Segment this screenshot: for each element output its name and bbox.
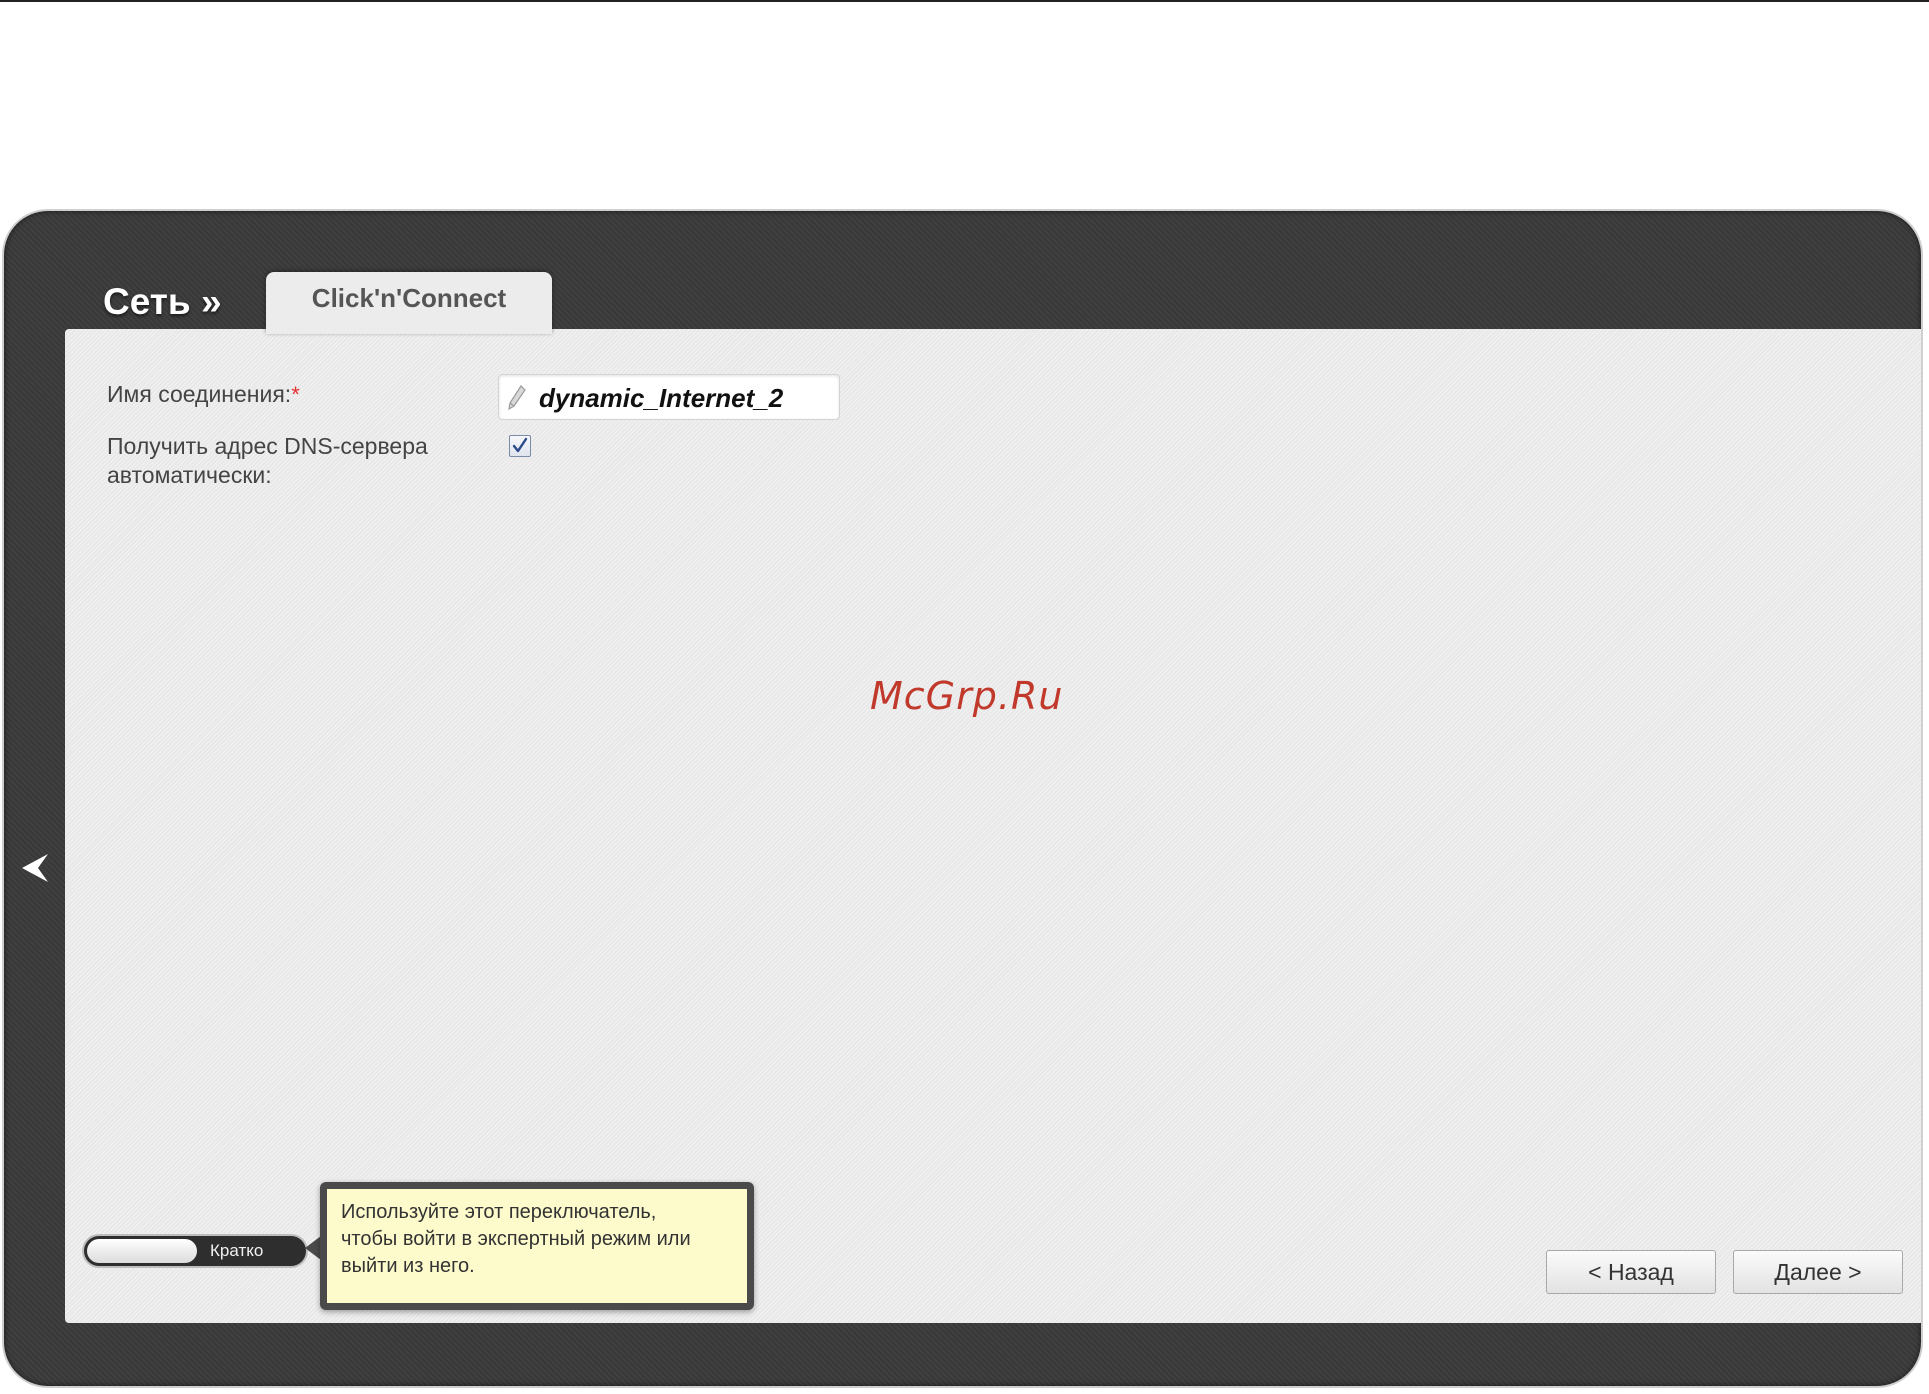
mode-tooltip: Используйте этот переключатель, чтобы во… [320, 1182, 754, 1310]
pencil-icon [507, 384, 527, 412]
connection-name-label: Имя соединения:* [107, 380, 300, 409]
dns-auto-label: Получить адрес DNS-сервера автоматически… [107, 432, 428, 490]
dns-auto-label-line2: автоматически: [107, 462, 272, 488]
checkmark-icon [512, 437, 528, 453]
tooltip-line1: Используйте этот переключатель, [341, 1201, 657, 1223]
back-button[interactable]: < Назад [1546, 1250, 1716, 1294]
tooltip-arrow [305, 1236, 321, 1260]
connection-name-label-text: Имя соединения: [107, 381, 292, 407]
tooltip-line3: выйти из него. [341, 1255, 475, 1277]
section-title: Сеть » [103, 281, 222, 322]
switch-label: Кратко [210, 1241, 264, 1260]
connection-name-input[interactable] [539, 381, 829, 415]
tooltip-line2: чтобы войти в экспертный режим или [341, 1228, 691, 1250]
next-button[interactable]: Далее > [1733, 1250, 1903, 1294]
connection-name-field[interactable] [498, 374, 840, 420]
chevron-left-icon[interactable] [18, 850, 52, 886]
dns-auto-label-line1: Получить адрес DNS-сервера [107, 433, 428, 459]
top-divider [0, 0, 1929, 2]
watermark: McGrp.Ru [870, 674, 1064, 718]
dns-auto-checkbox[interactable] [509, 435, 531, 457]
expert-mode-switch[interactable]: Кратко [84, 1236, 306, 1266]
tooltip-content: Используйте этот переключатель, чтобы во… [327, 1189, 747, 1303]
switch-knob [87, 1239, 197, 1263]
tab-click-n-connect[interactable]: Click'n'Connect [266, 272, 552, 334]
required-mark: * [291, 382, 300, 407]
